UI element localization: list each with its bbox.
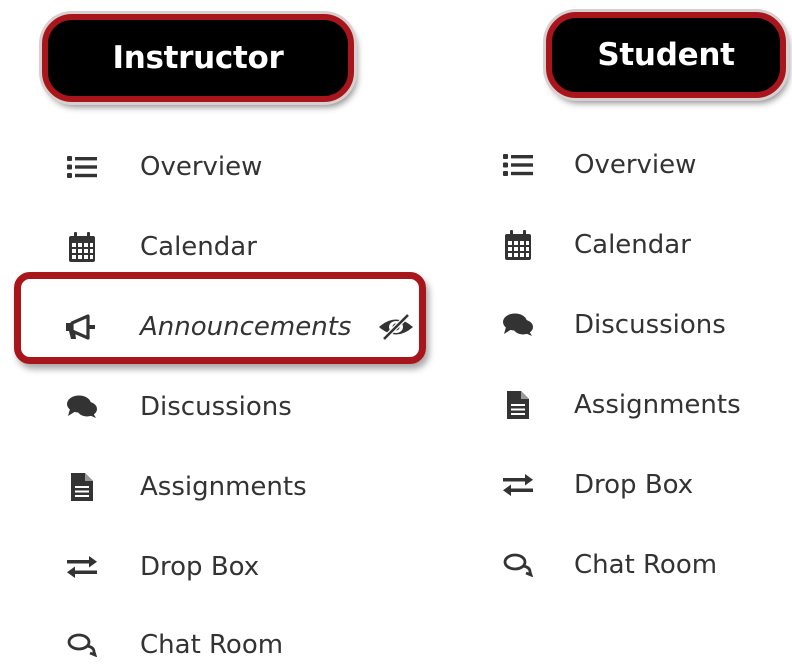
instructor-header-label: Instructor	[112, 40, 284, 76]
tool-label: Overview	[574, 150, 697, 180]
tool-label: Discussions	[574, 310, 726, 340]
list-icon	[500, 147, 536, 183]
instructor-tool-drop-box[interactable]: Drop Box	[64, 542, 394, 592]
megaphone-icon	[64, 309, 100, 345]
instructor-tool-chat-room[interactable]: Chat Room	[64, 620, 394, 670]
instructor-tool-calendar[interactable]: Calendar	[64, 222, 394, 272]
tool-label: Chat Room	[140, 630, 284, 660]
student-tool-calendar[interactable]: Calendar	[500, 220, 792, 270]
file-text-icon	[64, 469, 100, 505]
student-tool-chat-room[interactable]: Chat Room	[500, 540, 792, 590]
student-tool-overview[interactable]: Overview	[500, 140, 792, 190]
chat-outline-icon	[64, 627, 100, 663]
student-tool-discussions[interactable]: Discussions	[500, 300, 792, 350]
student-tool-assignments[interactable]: Assignments	[500, 380, 792, 430]
chat-outline-icon	[500, 547, 536, 583]
tool-label: Assignments	[574, 390, 741, 420]
list-icon	[64, 149, 100, 185]
tool-label: Drop Box	[140, 552, 260, 582]
exchange-icon	[64, 549, 100, 585]
student-header-label: Student	[597, 37, 735, 73]
calendar-icon	[500, 227, 536, 263]
student-tool-drop-box[interactable]: Drop Box	[500, 460, 792, 510]
calendar-icon	[64, 229, 100, 265]
instructor-tool-discussions[interactable]: Discussions	[64, 382, 394, 432]
file-text-icon	[500, 387, 536, 423]
tool-label: Calendar	[574, 230, 691, 260]
tool-label: Overview	[140, 152, 263, 182]
tool-label: Drop Box	[574, 470, 694, 500]
exchange-icon	[500, 467, 536, 503]
tool-label: Calendar	[140, 232, 257, 262]
comments-icon	[500, 307, 536, 343]
tool-label: Announcements	[140, 312, 352, 342]
instructor-tool-assignments[interactable]: Assignments	[64, 462, 394, 512]
student-header-badge: Student	[546, 12, 786, 98]
instructor-tool-announcements[interactable]: Announcements	[64, 302, 413, 352]
instructor-header-badge: Instructor	[42, 14, 354, 102]
instructor-tool-overview[interactable]: Overview	[64, 142, 394, 192]
tool-label: Chat Room	[574, 550, 718, 580]
tool-label: Assignments	[140, 472, 307, 502]
tool-label: Discussions	[140, 392, 292, 422]
eye-slash-icon	[377, 312, 415, 342]
comments-icon	[64, 389, 100, 425]
